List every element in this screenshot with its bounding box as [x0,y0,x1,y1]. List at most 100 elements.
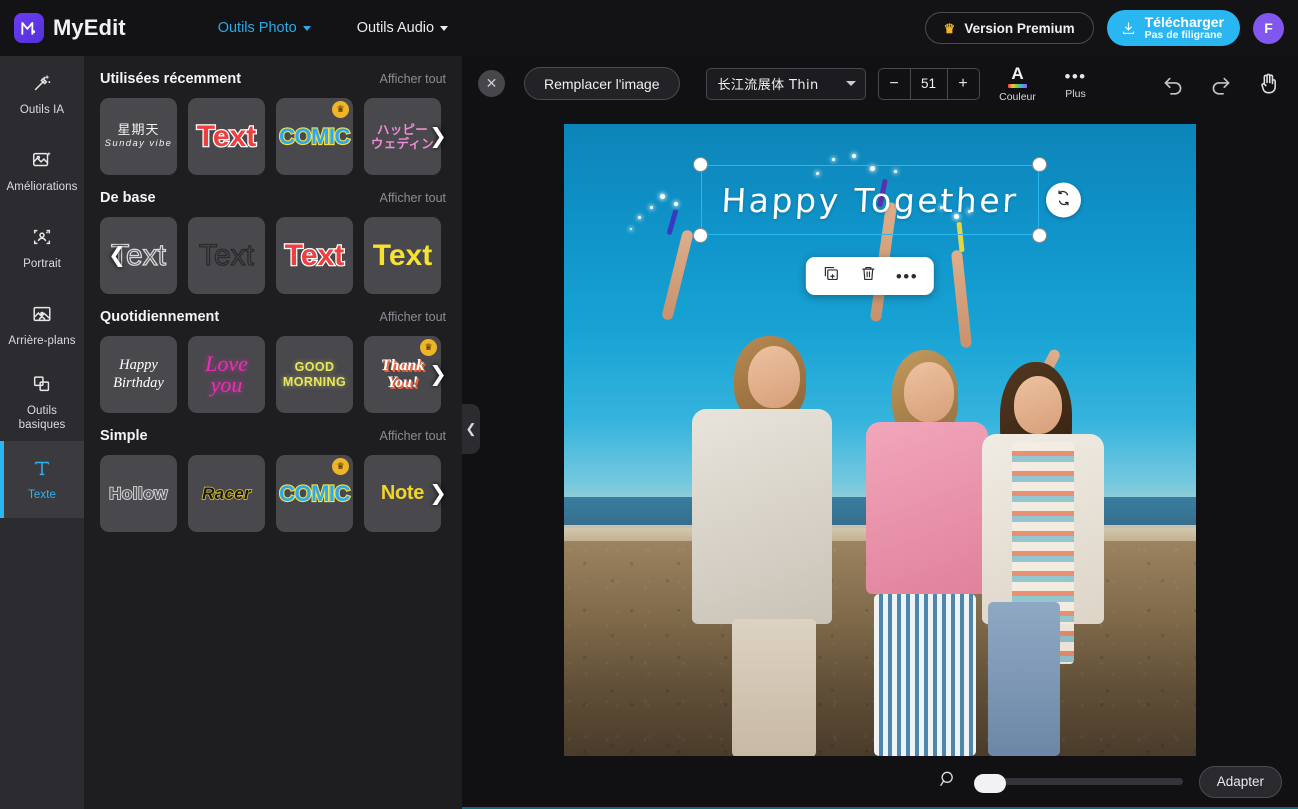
comic-simple-template[interactable]: COMIC ♛ [276,455,353,532]
chevron-down-icon [302,25,311,31]
hand-tool-button[interactable] [1256,71,1282,97]
myedit-app: MyEdit Outils Photo Outils Audio ♛ Versi… [0,0,1298,809]
more-label: Plus [1065,87,1086,100]
section-simple: Simple Afficher tout Hollow Racer COMIC … [84,417,462,532]
avatar[interactable]: F [1253,12,1284,44]
delete-button[interactable] [859,264,878,288]
rotate-handle[interactable] [1046,182,1081,218]
thumb-text-line2: MORNING [282,374,347,389]
redo-button[interactable] [1208,71,1234,97]
download-button[interactable]: Télécharger Pas de filigrane [1106,10,1240,46]
thumb-text: Text [198,238,255,272]
font-size-input[interactable]: 51 [909,68,948,99]
text-object-happy-together[interactable]: Happy Together ••• [693,157,1081,295]
zoom-slider[interactable] [973,774,1183,793]
resize-handle-bottom-right[interactable] [1032,228,1047,243]
nav-outils-audio-label: Outils Audio [356,20,435,36]
nav-outils-photo[interactable]: Outils Photo [218,20,311,36]
section-title: Simple [100,428,148,444]
text-red-template[interactable]: Text [188,98,265,175]
sidebar-item-portrait[interactable]: Portrait [0,210,84,287]
good-morning-template[interactable]: GOOD MORNING [276,336,353,413]
zoom-slider-knob[interactable] [973,774,1006,793]
image-sparkle-icon [31,149,53,176]
scroll-next-icon[interactable]: ❯ [427,358,449,392]
thumbnail-row: Happy Birthday Love you GOOD MORNING Tha… [100,336,449,413]
thumb-text: COMIC [278,123,352,149]
canvas-stage[interactable]: Happy Together ••• [462,111,1298,756]
thumbnail-row: 星期天 Sunday vibe Text COMIC ♛ ハッピー ウェディン [100,98,449,175]
sidebar-item-outils-basiques[interactable]: Outils basiques [0,364,84,441]
section-header: De base Afficher tout [100,179,446,217]
scroll-prev-icon[interactable]: ❮ [106,239,128,273]
sidebar-item-arriere-plans[interactable]: Arrière-plans [0,287,84,364]
sidebar-label: Outils IA [19,103,65,116]
main-nav: Outils Photo Outils Audio [218,20,449,36]
thumb-text-line1: Happy [119,357,158,374]
thumb-text: Text [195,119,257,153]
crown-icon: ♛ [332,458,349,475]
font-size-decrease-button[interactable]: − [879,69,910,99]
sidebar-item-outils-ia[interactable]: Outils IA [0,56,84,133]
thumb-text: Racer [201,483,251,503]
panel-collapse-handle[interactable]: ❮ [462,404,480,454]
font-name-value: 长江流展体 Thin [717,78,819,93]
sidebar-item-ameliorations[interactable]: Améliorations [0,133,84,210]
color-button[interactable]: A Couleur [998,65,1038,103]
more-button[interactable]: ••• [896,268,918,285]
top-bar-actions: ♛ Version Premium Télécharger Pas de fil… [924,0,1284,56]
resize-handle-top-right[interactable] [1032,157,1047,172]
object-action-toolbar: ••• [805,257,935,295]
duplicate-icon [822,264,841,288]
show-all-link[interactable]: Afficher tout [380,191,446,205]
section-header: Utilisées récemment Afficher tout [100,60,446,98]
thumb-text-cn: 星期天 [117,122,160,138]
photo-canvas[interactable]: Happy Together ••• [564,124,1196,756]
undo-button[interactable] [1160,71,1186,97]
fit-button[interactable]: Adapter [1198,765,1282,798]
app-logo[interactable]: MyEdit [14,13,126,43]
zoom-button[interactable] [938,769,958,794]
text-hollow-dark-template[interactable]: Text [188,217,265,294]
premium-label: Version Premium [964,20,1075,36]
resize-handle-top-left[interactable] [693,157,708,172]
love-you-template[interactable]: Love you [188,336,265,413]
show-all-link[interactable]: Afficher tout [380,72,446,86]
comic-template[interactable]: COMIC ♛ [276,98,353,175]
avatar-initial: F [1264,20,1273,36]
hollow-template[interactable]: Hollow [100,455,177,532]
happy-birthday-template[interactable]: Happy Birthday [100,336,177,413]
sunday-vibe-template[interactable]: 星期天 Sunday vibe [100,98,177,175]
duplicate-button[interactable] [822,264,841,288]
myedit-logo-icon [14,13,44,43]
premium-button[interactable]: ♛ Version Premium [924,12,1094,44]
racer-template[interactable]: Racer [188,455,265,532]
chevron-down-icon [845,81,856,86]
section-title: Utilisées récemment [100,71,242,87]
thumbnail-row: Text Text Text Text ❮ [100,217,446,294]
text-red-outline-template[interactable]: Text [276,217,353,294]
sidebar-item-texte[interactable]: Texte [0,441,84,518]
more-button[interactable]: ••• Plus [1056,68,1096,100]
font-size-stepper: − 51 + [877,67,980,100]
scroll-next-icon[interactable]: ❯ [427,477,449,511]
text-t-icon [31,457,53,484]
show-all-link[interactable]: Afficher tout [380,429,446,443]
crown-icon: ♛ [420,339,437,356]
editor-toolbar: ✕ Remplacer l'image 长江流展体 Thin − 51 + A … [462,56,1298,111]
thumb-text: Hollow [108,483,168,503]
close-button[interactable]: ✕ [478,70,505,97]
replace-image-button[interactable]: Remplacer l'image [524,67,680,100]
text-yellow-template[interactable]: Text [364,217,441,294]
ellipsis-icon: ••• [1064,66,1087,86]
font-size-increase-button[interactable]: + [948,69,979,99]
resize-handle-bottom-left[interactable] [693,228,708,243]
show-all-link[interactable]: Afficher tout [380,310,446,324]
scroll-next-icon[interactable]: ❯ [427,120,449,154]
magic-wand-icon [31,72,53,99]
crown-icon: ♛ [943,20,956,36]
background-icon [31,303,53,330]
font-family-select[interactable]: 长江流展体 Thin [705,67,866,100]
nav-outils-audio[interactable]: Outils Audio [356,20,449,36]
sidebar-rail: Outils IA Améliorations Portrait Arrière… [0,56,84,809]
